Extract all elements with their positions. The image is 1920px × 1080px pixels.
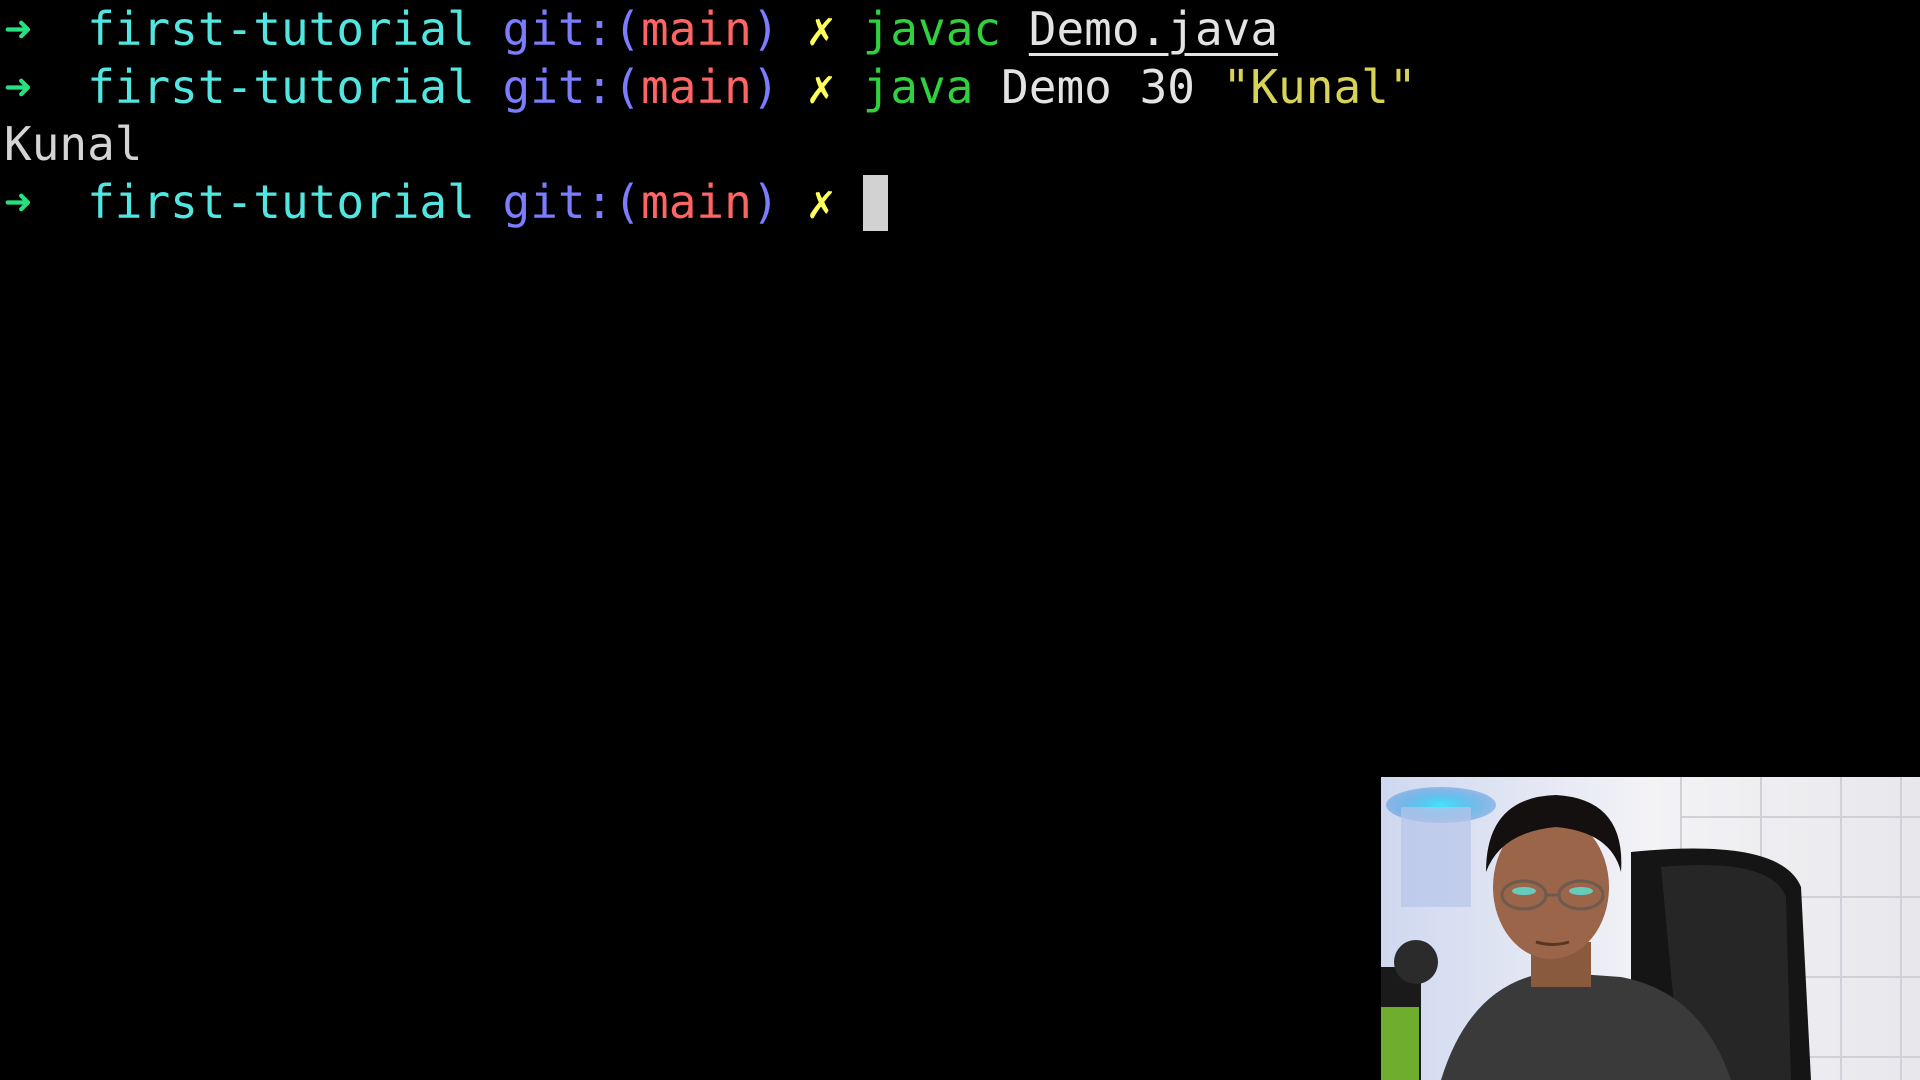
prompt-dirty-marker: ✗ [807, 2, 835, 56]
prompt-arrow-icon: ➜ [4, 2, 32, 56]
command-name: java [862, 60, 974, 114]
presenter-webcam [1381, 777, 1920, 1080]
prompt-branch: main [641, 175, 752, 229]
prompt-branch: main [641, 2, 752, 56]
command-arguments: Demo 30 [1001, 60, 1195, 114]
command-file-argument[interactable]: Demo.java [1029, 2, 1278, 56]
prompt-dirty-marker: ✗ [807, 175, 835, 229]
prompt-git-close: ) [751, 2, 780, 56]
program-output: Kunal [4, 117, 143, 171]
terminal-line-2: ➜ first-tutorial git:(main) ✗ java Demo … [4, 59, 1417, 116]
prompt-git-close: ) [751, 175, 780, 229]
command-string-argument: "Kunal" [1222, 60, 1417, 114]
prompt-branch: main [641, 60, 752, 114]
text-cursor [862, 175, 888, 231]
prompt-arrow-icon: ➜ [4, 175, 32, 229]
presenter-webcam-icon [1381, 777, 1920, 1080]
prompt-directory: first-tutorial [87, 175, 475, 229]
prompt-git-label: git:( [502, 2, 642, 56]
terminal-current-prompt[interactable]: ➜ first-tutorial git:(main) ✗ [4, 174, 888, 231]
prompt-directory: first-tutorial [87, 60, 475, 114]
prompt-dirty-marker: ✗ [807, 60, 835, 114]
prompt-git-close: ) [751, 60, 780, 114]
prompt-git-label: git:( [502, 60, 642, 114]
terminal-line-1: ➜ first-tutorial git:(main) ✗ javac Demo… [4, 1, 1278, 58]
prompt-git-label: git:( [502, 175, 642, 229]
prompt-arrow-icon: ➜ [4, 60, 32, 114]
prompt-directory: first-tutorial [87, 2, 475, 56]
command-name: javac [862, 2, 1002, 56]
